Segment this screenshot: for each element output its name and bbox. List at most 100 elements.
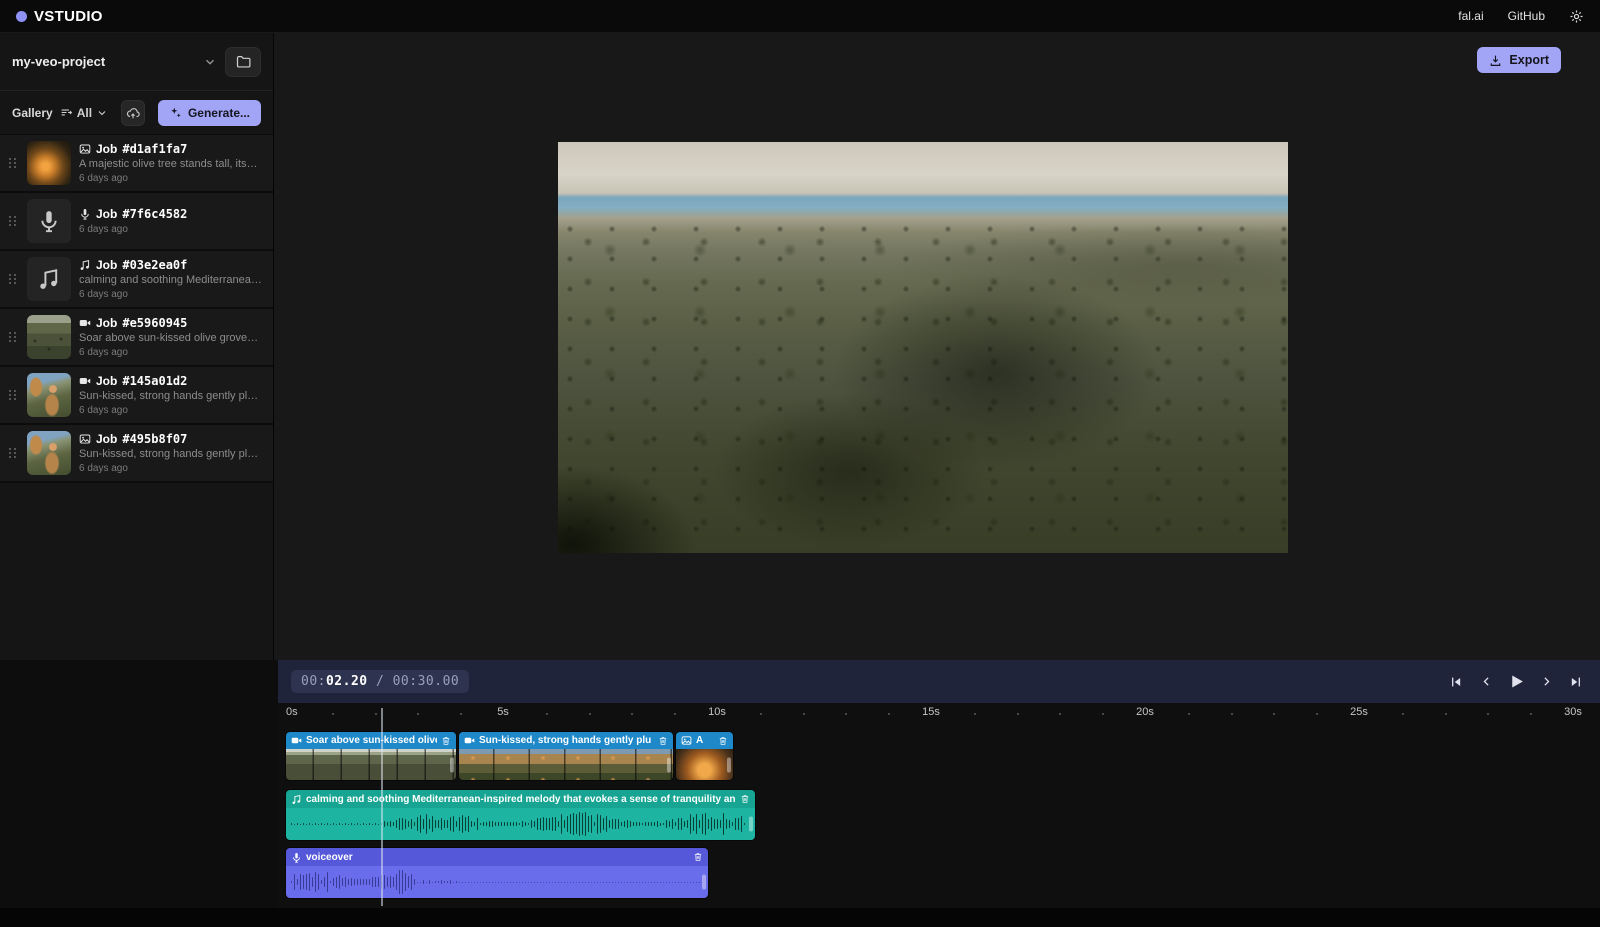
job-id: #7f6c4582 — [122, 207, 187, 221]
job-description: A majestic olive tree stands tall, its… — [79, 158, 263, 170]
trash-icon — [658, 736, 668, 746]
video-camera-icon — [79, 317, 91, 329]
video-clip-1[interactable]: Soar above sun-kissed olive — [286, 732, 456, 780]
video-clip-2[interactable]: Sun-kissed, strong hands gently plu — [459, 732, 673, 780]
job-timestamp: 6 days ago — [79, 289, 263, 300]
resize-handle[interactable] — [667, 757, 671, 772]
sidebar: my-veo-project Gallery All Generate... — [0, 33, 274, 660]
job-item-7f6c4582[interactable]: Job#7f6c4582 6 days ago — [0, 193, 273, 251]
drag-handle-icon[interactable] — [6, 448, 19, 458]
job-thumbnail — [27, 199, 71, 243]
mic-icon — [79, 208, 91, 220]
ruler-label: 10s — [708, 706, 726, 718]
step-back-button[interactable] — [1475, 671, 1497, 693]
clip-filmstrip — [676, 749, 733, 780]
cloud-upload-icon — [126, 106, 140, 120]
drag-handle-icon[interactable] — [6, 332, 19, 342]
trash-icon — [718, 736, 728, 746]
delete-clip-button[interactable] — [740, 794, 750, 804]
transport-bar: 00:02.20 / 00:30.00 — [278, 660, 1600, 703]
music-clip[interactable]: calming and soothing Mediterranean-inspi… — [286, 790, 755, 840]
playback-controls — [1445, 671, 1587, 693]
time-separator: / — [368, 674, 393, 689]
top-bar: VSTUDIO fal.ai GitHub — [0, 0, 1600, 33]
job-item-145a01d2[interactable]: Job#145a01d2 Sun-kissed, strong hands ge… — [0, 367, 273, 425]
job-item-495b8f07[interactable]: Job#495b8f07 Sun-kissed, strong hands ge… — [0, 425, 273, 483]
play-button[interactable] — [1505, 671, 1527, 693]
job-thumbnail — [27, 257, 71, 301]
time-display: 00:02.20 / 00:30.00 — [291, 670, 469, 693]
drag-handle-icon[interactable] — [6, 216, 19, 226]
job-thumbnail — [27, 373, 71, 417]
video-camera-icon — [79, 375, 91, 387]
job-timestamp: 6 days ago — [79, 173, 263, 184]
drag-handle-icon[interactable] — [6, 274, 19, 284]
project-name: my-veo-project — [12, 54, 195, 69]
step-forward-button[interactable] — [1535, 671, 1557, 693]
timeline-ruler[interactable]: 0s5s10s15s20s25s30s — [278, 703, 1600, 727]
job-timestamp: 6 days ago — [79, 463, 263, 474]
music-note-icon — [291, 794, 302, 805]
job-label: Job — [96, 316, 117, 330]
resize-handle[interactable] — [727, 757, 731, 772]
chevron-down-icon — [96, 107, 108, 119]
generate-button[interactable]: Generate... — [158, 100, 261, 126]
skip-to-end-button[interactable] — [1565, 671, 1587, 693]
drag-handle-icon[interactable] — [6, 390, 19, 400]
job-label: Job — [96, 207, 117, 221]
job-id: #d1af1fa7 — [122, 142, 187, 156]
nav-link-github[interactable]: GitHub — [1508, 9, 1545, 23]
export-button-label: Export — [1509, 53, 1549, 67]
filter-icon — [60, 106, 73, 119]
timeline-left-gutter — [0, 660, 278, 927]
open-project-button[interactable] — [225, 47, 261, 77]
top-nav: fal.ai GitHub — [1458, 9, 1584, 24]
job-id: #495b8f07 — [122, 432, 187, 446]
job-item-e5960945[interactable]: Job#e5960945 Soar above sun-kissed olive… — [0, 309, 273, 367]
ruler-label: 0s — [286, 706, 298, 718]
job-text: Job#03e2ea0f calming and soothing Medite… — [79, 258, 263, 300]
time-elapsed: 02.20 — [326, 674, 368, 689]
resize-handle[interactable] — [450, 757, 454, 772]
ruler-label: 5s — [497, 706, 509, 718]
time-total: 00:30.00 — [393, 674, 460, 689]
settings-button[interactable] — [1569, 9, 1584, 24]
chevron-left-icon — [1480, 675, 1493, 688]
clip-label: voiceover — [306, 852, 689, 863]
timeline[interactable]: 0s5s10s15s20s25s30s Soar above sun-kisse… — [278, 703, 1600, 927]
skip-end-icon — [1569, 675, 1583, 689]
delete-clip-button[interactable] — [441, 736, 451, 746]
resize-handle[interactable] — [702, 875, 706, 890]
job-text: Job#7f6c4582 6 days ago — [79, 207, 263, 235]
project-dropdown[interactable] — [203, 55, 217, 69]
time-elapsed-prefix: 00: — [301, 674, 326, 689]
clip-label: A — [696, 735, 714, 746]
music-note-icon — [37, 267, 61, 291]
ruler-label: 30s — [1564, 706, 1582, 718]
nav-link-fal-ai[interactable]: fal.ai — [1458, 9, 1483, 23]
job-id: #145a01d2 — [122, 374, 187, 388]
upload-button[interactable] — [121, 100, 145, 126]
voiceover-clip[interactable]: voiceover — [286, 848, 708, 898]
video-preview[interactable] — [558, 142, 1288, 553]
ruler-label: 15s — [922, 706, 940, 718]
gallery-filter-dropdown[interactable]: All — [60, 106, 108, 120]
drag-handle-icon[interactable] — [6, 158, 19, 168]
resize-handle[interactable] — [749, 817, 753, 832]
video-clip-3[interactable]: A — [676, 732, 733, 780]
gallery-title: Gallery — [12, 106, 53, 120]
job-text: Job#145a01d2 Sun-kissed, strong hands ge… — [79, 374, 263, 416]
job-item-d1af1fa7[interactable]: Job#d1af1fa7 A majestic olive tree stand… — [0, 135, 273, 193]
job-description: Sun-kissed, strong hands gently pluck… — [79, 448, 263, 460]
gallery-filter-value: All — [77, 106, 92, 120]
delete-clip-button[interactable] — [658, 736, 668, 746]
delete-clip-button[interactable] — [693, 852, 703, 862]
chevron-down-icon — [203, 55, 217, 69]
skip-to-start-button[interactable] — [1445, 671, 1467, 693]
job-item-03e2ea0f[interactable]: Job#03e2ea0f calming and soothing Medite… — [0, 251, 273, 309]
delete-clip-button[interactable] — [718, 736, 728, 746]
audio-waveform — [286, 808, 755, 840]
export-button[interactable]: Export — [1477, 47, 1561, 73]
main-area: Export — [274, 33, 1600, 660]
playhead[interactable] — [381, 708, 383, 906]
